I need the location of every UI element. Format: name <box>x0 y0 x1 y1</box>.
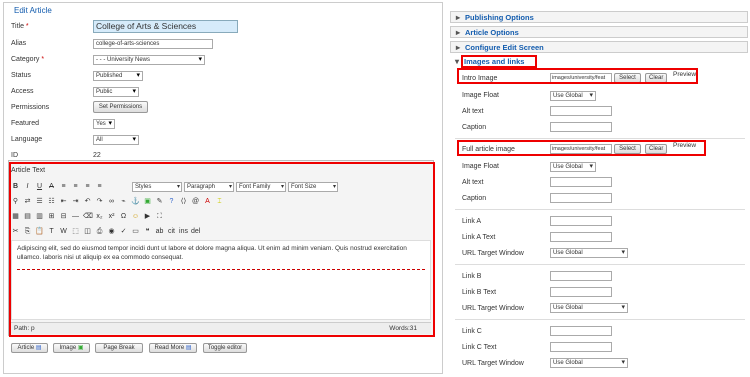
full-caption-label: Caption <box>462 195 487 202</box>
full-float-select[interactable]: Use Global <box>550 162 596 172</box>
featured-label: Featured <box>11 120 40 127</box>
category-select[interactable]: - - - University News <box>93 55 205 65</box>
link-a-target-label: URL Target Window <box>462 250 524 257</box>
configure-edit-screen-panel[interactable]: Configure Edit Screen <box>450 41 748 53</box>
link-a-text-label: Link A Text <box>462 234 496 241</box>
link-c-text-label: Link C Text <box>462 344 497 351</box>
full-alt-input[interactable] <box>550 177 612 187</box>
link-c-text-input[interactable] <box>550 342 612 352</box>
full-caption-input[interactable] <box>550 193 612 203</box>
language-label: Language <box>11 136 43 143</box>
editor-highlight-box <box>9 162 435 337</box>
intro-alt-label: Alt text <box>462 108 484 115</box>
intro-caption-input[interactable] <box>550 122 612 132</box>
intro-caption-label: Caption <box>462 124 487 131</box>
access-label: Access <box>11 88 34 95</box>
link-c-target-select[interactable]: Use Global <box>550 358 628 368</box>
link-a-target-select[interactable]: Use Global <box>550 248 628 258</box>
link-b-target-label: URL Target Window <box>462 305 524 312</box>
divider <box>455 138 745 139</box>
intro-float-label: Image Float <box>462 92 499 99</box>
full-float-label: Image Float <box>462 163 499 170</box>
intro-image-highlight <box>457 68 698 84</box>
toggle-editor-button[interactable]: Toggle editor <box>203 343 247 353</box>
link-b-label: Link B <box>462 273 482 280</box>
title-input[interactable]: College of Arts & Sciences <box>93 20 238 33</box>
link-b-text-input[interactable] <box>550 287 612 297</box>
read-more-button[interactable]: Read More ▤ <box>149 343 197 353</box>
intro-float-select[interactable]: Use Global <box>550 91 596 101</box>
id-label: ID <box>11 152 18 159</box>
permissions-label: Permissions <box>11 104 50 111</box>
image-button[interactable]: Image ▣ <box>53 343 90 353</box>
title-label: Title * <box>11 23 29 30</box>
featured-select[interactable]: Yes <box>93 119 115 129</box>
publishing-options-panel[interactable]: Publishing Options <box>450 11 748 23</box>
full-image-highlight <box>457 140 706 156</box>
link-a-input[interactable] <box>550 216 612 226</box>
article-button[interactable]: Article ▤ <box>11 343 48 353</box>
access-select[interactable]: Public <box>93 87 139 97</box>
language-select[interactable]: All <box>93 135 139 145</box>
status-select[interactable]: Published <box>93 71 143 81</box>
link-a-label: Link A <box>462 218 482 225</box>
status-label: Status <box>11 72 31 79</box>
alias-input[interactable]: college-of-arts-sciences <box>93 39 213 49</box>
link-b-target-select[interactable]: Use Global <box>550 303 628 313</box>
link-a-text-input[interactable] <box>550 232 612 242</box>
alias-label: Alias <box>11 40 27 47</box>
link-b-text-label: Link B Text <box>462 289 497 296</box>
link-c-label: Link C <box>462 328 482 335</box>
article-options-panel[interactable]: Article Options <box>450 26 748 38</box>
images-links-highlight <box>461 55 537 68</box>
link-b-input[interactable] <box>550 271 612 281</box>
page-break-button[interactable]: Page Break <box>95 343 143 353</box>
fieldset-legend: Edit Article <box>12 6 54 15</box>
divider <box>455 209 745 210</box>
divider <box>455 319 745 320</box>
intro-alt-input[interactable] <box>550 106 612 116</box>
divider <box>455 264 745 265</box>
link-c-target-label: URL Target Window <box>462 360 524 367</box>
id-value: 22 <box>93 152 101 159</box>
link-c-input[interactable] <box>550 326 612 336</box>
set-permissions-button[interactable]: Set Permissions <box>93 101 148 113</box>
category-label: Category * <box>11 56 45 63</box>
full-alt-label: Alt text <box>462 179 484 186</box>
